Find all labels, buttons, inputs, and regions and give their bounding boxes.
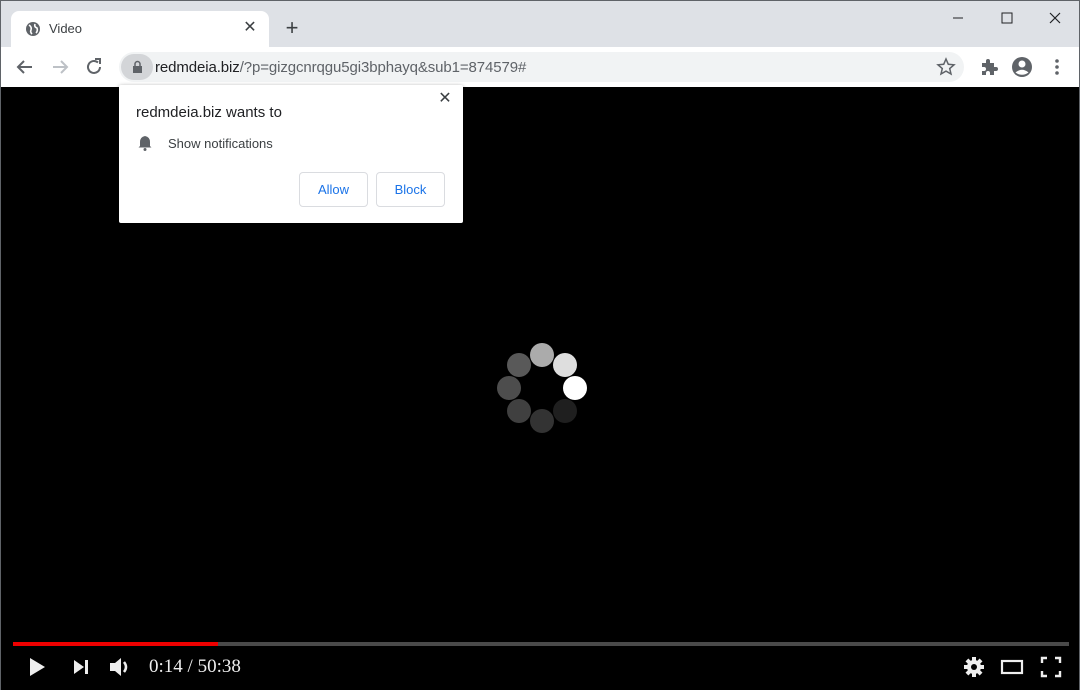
- time-separator: /: [182, 656, 198, 677]
- spinner-dot: [563, 376, 587, 400]
- spinner-dot: [530, 343, 554, 367]
- permission-label: Show notifications: [168, 136, 273, 151]
- spinner-dot: [553, 352, 578, 377]
- bookmark-star-icon[interactable]: [936, 57, 956, 77]
- current-time: 0:14: [149, 656, 183, 677]
- spinner-dot: [553, 399, 578, 424]
- extensions-icon[interactable]: [977, 55, 1001, 79]
- time-display: 0:14 / 50:38: [149, 656, 241, 678]
- forward-icon[interactable]: [48, 55, 72, 79]
- loading-spinner: [497, 343, 587, 433]
- volume-icon[interactable]: [107, 654, 133, 680]
- new-tab-button[interactable]: +: [281, 17, 303, 39]
- spinner-dot: [530, 409, 554, 433]
- fullscreen-icon[interactable]: [1038, 654, 1064, 680]
- popup-title: redmdeia.biz wants to: [136, 104, 282, 121]
- tab-title: Video: [49, 21, 83, 36]
- close-window-icon[interactable]: [1043, 7, 1067, 29]
- next-icon[interactable]: [69, 654, 95, 680]
- spinner-dot: [506, 352, 531, 377]
- address-bar[interactable]: redmdeia.biz/?p=gizgcnrqgu5gi3bphayq&sub…: [119, 52, 964, 82]
- globe-icon: [26, 22, 40, 36]
- lock-icon: [133, 60, 142, 73]
- theater-mode-icon[interactable]: [999, 654, 1025, 680]
- reload-icon[interactable]: [82, 55, 106, 79]
- progress-fill: [13, 642, 218, 646]
- block-button[interactable]: Block: [376, 172, 445, 207]
- allow-button[interactable]: Allow: [299, 172, 368, 207]
- url-domain: redmdeia.biz: [155, 59, 240, 76]
- back-icon[interactable]: [13, 55, 37, 79]
- toolbar: redmdeia.biz/?p=gizgcnrqgu5gi3bphayq&sub…: [1, 47, 1079, 87]
- duration: 50:38: [197, 656, 241, 677]
- popup-close-icon[interactable]: ✕: [436, 90, 454, 108]
- browser-window: Video ✕ + redmdeia.biz/?p=gizgcnrqgu5gi3…: [0, 0, 1080, 690]
- settings-gear-icon[interactable]: [961, 654, 987, 680]
- bell-icon: [138, 136, 152, 151]
- maximize-icon[interactable]: [995, 7, 1019, 29]
- notification-permission-popup: redmdeia.biz wants to ✕ Show notificatio…: [119, 85, 463, 223]
- site-info-button[interactable]: [121, 54, 153, 80]
- play-icon[interactable]: [24, 654, 50, 680]
- minimize-icon[interactable]: [946, 7, 970, 29]
- title-bar: Video ✕ +: [1, 1, 1079, 47]
- tab-close-icon[interactable]: ✕: [241, 19, 259, 37]
- url-path: /?p=gizgcnrqgu5gi3bphayq&sub1=874579#: [239, 59, 527, 76]
- spinner-dot: [506, 399, 531, 424]
- progress-bar[interactable]: [13, 642, 1069, 646]
- menu-kebab-icon[interactable]: [1045, 55, 1069, 79]
- tab-video[interactable]: Video ✕: [11, 11, 269, 47]
- url-text[interactable]: redmdeia.biz/?p=gizgcnrqgu5gi3bphayq&sub…: [155, 59, 526, 76]
- spinner-dot: [497, 376, 521, 400]
- profile-icon[interactable]: [1010, 55, 1034, 79]
